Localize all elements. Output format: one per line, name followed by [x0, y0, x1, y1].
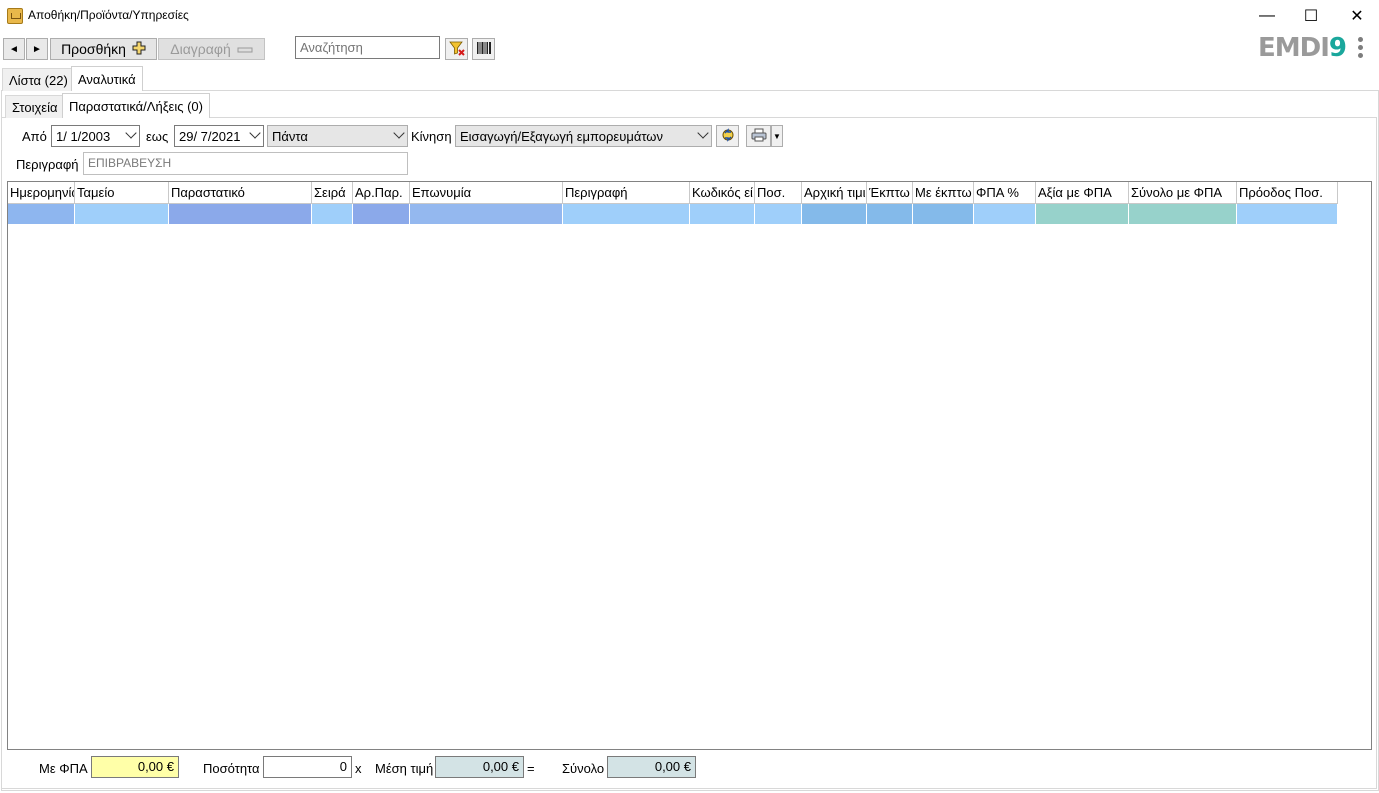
- tab-documents[interactable]: Παραστατικά/Λήξεις (0): [62, 93, 210, 118]
- print-button[interactable]: [746, 125, 771, 147]
- column-header[interactable]: Παραστατικό: [169, 182, 312, 204]
- print-dropdown-button[interactable]: ▼: [771, 125, 783, 147]
- plus-icon: [132, 41, 146, 58]
- total-label: Σύνολο: [562, 761, 605, 776]
- to-date-value: 29/ 7/2021: [179, 128, 241, 144]
- average-price-value: 0,00 €: [435, 756, 524, 778]
- barcode-button[interactable]: [472, 38, 495, 60]
- quantity-label: Ποσότητα: [203, 761, 260, 776]
- refresh-icon: [720, 127, 736, 146]
- description-label: Περιγραφή: [16, 157, 79, 172]
- column-header[interactable]: Περιγραφή: [563, 182, 690, 204]
- from-date-value: 1/ 1/2003: [56, 128, 111, 144]
- table-cell[interactable]: [690, 204, 755, 224]
- table-cell[interactable]: [8, 204, 75, 224]
- table-cell[interactable]: [1129, 204, 1237, 224]
- delete-button-label: Διαγραφή: [170, 41, 231, 57]
- movement-label: Κίνηση: [411, 129, 452, 144]
- description-field[interactable]: ΕΠΙΒΡΑΒΕΥΣΗ: [83, 152, 408, 175]
- table-cell[interactable]: [563, 204, 690, 224]
- total-value: 0,00 €: [607, 756, 696, 778]
- barcode-icon: [476, 41, 492, 58]
- movement-select[interactable]: Εισαγωγή/Εξαγωγή εμπορευμάτων: [455, 125, 712, 147]
- column-header[interactable]: Ταμείο: [75, 182, 169, 204]
- period-value: Πάντα: [272, 128, 308, 144]
- column-header[interactable]: Αρχική τιμι: [802, 182, 867, 204]
- to-date-picker[interactable]: 29/ 7/2021: [174, 125, 264, 147]
- column-header[interactable]: Αξία με ΦΠΑ: [1036, 182, 1129, 204]
- vat-label: Με ΦΠΑ: [39, 761, 88, 776]
- add-button-label: Προσθήκη: [61, 41, 126, 57]
- column-header[interactable]: Ημερομηνία: [8, 182, 75, 204]
- more-options-icon[interactable]: [1355, 37, 1365, 61]
- from-label: Από: [22, 129, 47, 144]
- table-cell[interactable]: [75, 204, 169, 224]
- table-cell[interactable]: [755, 204, 802, 224]
- tab-details[interactable]: Αναλυτικά: [71, 66, 143, 91]
- column-header[interactable]: Έκπτω: [867, 182, 913, 204]
- from-date-picker[interactable]: 1/ 1/2003: [51, 125, 140, 147]
- printer-icon: [751, 128, 767, 145]
- column-header[interactable]: Σύνολο με ΦΠΑ: [1129, 182, 1237, 204]
- chevron-down-icon: [125, 127, 137, 139]
- times-sign: x: [355, 761, 362, 776]
- table-cell[interactable]: [169, 204, 312, 224]
- chevron-down-icon: [249, 127, 261, 139]
- column-header[interactable]: Κωδικός εί: [690, 182, 755, 204]
- table-cell[interactable]: [1237, 204, 1338, 224]
- column-header[interactable]: Επωνυμία: [410, 182, 563, 204]
- filter-clear-icon: [448, 40, 465, 59]
- caret-down-icon: ▼: [773, 131, 781, 141]
- column-header[interactable]: Αρ.Παρ.: [353, 182, 410, 204]
- table-cell[interactable]: [974, 204, 1036, 224]
- search-input[interactable]: [295, 36, 440, 59]
- delete-button[interactable]: Διαγραφή: [158, 38, 265, 60]
- clear-filter-button[interactable]: [445, 38, 468, 60]
- chevron-down-icon: [393, 127, 405, 139]
- table-cell[interactable]: [312, 204, 353, 224]
- window-title: Αποθήκη/Προϊόντα/Υπηρεσίες: [28, 8, 189, 22]
- refresh-button[interactable]: [716, 125, 739, 147]
- minus-icon: [237, 41, 253, 57]
- table-cell[interactable]: [353, 204, 410, 224]
- chevron-down-icon: [697, 127, 709, 139]
- table-cell[interactable]: [410, 204, 563, 224]
- maximize-button[interactable]: ☐: [1288, 0, 1334, 31]
- quantity-value: 0: [263, 756, 352, 778]
- column-header[interactable]: Σειρά: [312, 182, 353, 204]
- app-icon: [7, 8, 23, 24]
- column-header[interactable]: Πρόοδος Ποσ.: [1237, 182, 1338, 204]
- table-cell[interactable]: [867, 204, 913, 224]
- documents-grid[interactable]: Ημερομηνία Ταμείο Παραστατικό Σειρά Αρ.Παρ. Ε…: [7, 181, 1372, 750]
- average-price-label: Μέση τιμή: [375, 761, 434, 776]
- tab-info[interactable]: Στοιχεία: [5, 95, 65, 118]
- equals-sign: =: [527, 761, 535, 776]
- tab-list[interactable]: Λίστα (22): [2, 68, 75, 91]
- column-header[interactable]: ΦΠΑ %: [974, 182, 1036, 204]
- column-header[interactable]: Ποσ.: [755, 182, 802, 204]
- add-button[interactable]: Προσθήκη: [50, 38, 157, 60]
- column-header[interactable]: Με έκπτω: [913, 182, 974, 204]
- movement-value: Εισαγωγή/Εξαγωγή εμπορευμάτων: [460, 128, 663, 144]
- close-button[interactable]: ✕: [1334, 0, 1379, 31]
- table-cell[interactable]: [913, 204, 974, 224]
- table-cell[interactable]: [802, 204, 867, 224]
- period-select[interactable]: Πάντα: [267, 125, 408, 147]
- emdi-logo: EMDI9: [1258, 33, 1347, 63]
- minimize-button[interactable]: —: [1244, 0, 1290, 31]
- next-button[interactable]: ►: [26, 38, 48, 60]
- to-label: εως: [146, 129, 169, 144]
- previous-button[interactable]: ◄: [3, 38, 25, 60]
- table-cell[interactable]: [1036, 204, 1129, 224]
- title-bar: Αποθήκη/Προϊόντα/Υπηρεσίες — ☐ ✕: [0, 0, 1379, 31]
- vat-total-value: 0,00 €: [91, 756, 179, 778]
